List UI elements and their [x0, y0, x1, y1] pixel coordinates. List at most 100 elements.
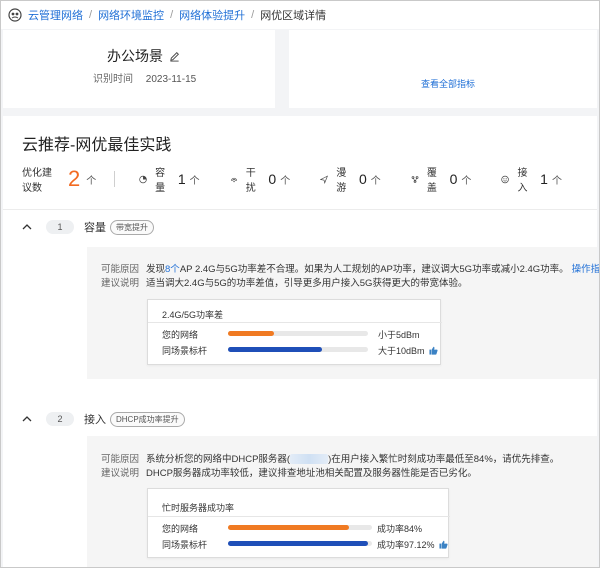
- metric-divider: [148, 322, 442, 323]
- section-divider: [3, 209, 597, 210]
- reason-label: 可能原因: [101, 454, 140, 465]
- reason-prefix: 发现: [146, 264, 166, 275]
- metric-bar-yours: [228, 525, 372, 530]
- stats-bar: 优化建议数 2 个 容量 1 个 干扰 0 个 漫游 0 个 覆盖 0 个 接入…: [22, 164, 592, 195]
- chevron-up-icon[interactable]: [22, 222, 32, 232]
- suggestion-index: 2: [46, 412, 74, 426]
- total-label: 优化建议数: [22, 168, 52, 194]
- suggestion-detail-1: 可能原因 发现8个AP 2.4G与5G功率差不合理。如果为人工规划的AP功率，建…: [87, 247, 599, 379]
- chevron-up-icon[interactable]: [22, 414, 32, 424]
- metric-title: 2.4G/5G功率差: [162, 310, 224, 320]
- stat-label: 漫游: [336, 168, 347, 194]
- scene-card: 办公场景 识别时间 2023-11-15: [3, 30, 275, 108]
- edit-icon[interactable]: [169, 51, 180, 62]
- breadcrumb: 云管理网络 / 网络环境监控 / 网络体验提升 / 网优区域详情: [1, 1, 599, 29]
- total-unit: 个: [86, 175, 97, 187]
- metric-bar-benchmark: [228, 347, 368, 352]
- metric-bar-benchmark: [228, 541, 372, 546]
- stat-value: 1: [540, 171, 548, 187]
- metric-card-2: 忙时服务器成功率 您的网络 成功率84% 同场景标杆 成功率97.12%: [147, 488, 450, 558]
- metric-divider: [148, 516, 450, 517]
- suggestion-header-2[interactable]: 2 接入 DHCP成功率提升: [3, 408, 597, 430]
- breadcrumb-separator: /: [89, 9, 93, 21]
- stat-unit: 个: [280, 175, 291, 187]
- breadcrumb-link-cloud-network[interactable]: 云管理网络: [28, 7, 83, 23]
- stat-interference: 干扰 0 个: [230, 164, 291, 194]
- stat-roaming: 漫游 0 个: [320, 164, 381, 194]
- metric-row-benchmark: 同场景标杆: [162, 538, 207, 551]
- reason-text: 系统分析您的网络中DHCP服务器()在用户接入繁忙时刻成功率最低至84%，请优先…: [146, 451, 559, 465]
- stat-label: 接入: [517, 168, 528, 194]
- metric-value-text: 成功率97.12%: [377, 540, 435, 550]
- suggestion-tag: DHCP成功率提升: [110, 411, 185, 427]
- stat-value: 1: [177, 171, 186, 187]
- breadcrumb-separator: /: [170, 9, 174, 21]
- metric-card-1: 2.4G/5G功率差 您的网络 小于5dBm 同场景标杆 大于10dBm: [147, 299, 442, 365]
- scene-title: 办公场景: [107, 46, 180, 66]
- stat-label: 干扰: [245, 168, 256, 194]
- stat-value: 0: [449, 171, 458, 187]
- advice-label: 建议说明: [101, 278, 140, 289]
- roaming-icon: [320, 174, 329, 184]
- stats-divider: [114, 171, 116, 187]
- breadcrumb-link-monitoring[interactable]: 网络环境监控: [98, 7, 164, 23]
- stat-unit: 个: [370, 175, 381, 187]
- metric-bar-fill: [228, 541, 368, 546]
- metric-value-benchmark: 大于10dBm: [378, 344, 438, 357]
- stat-unit: 个: [551, 175, 562, 187]
- metric-row-label: 您的网络: [162, 524, 199, 534]
- breadcrumb-separator: /: [251, 9, 255, 21]
- reason-prefix: 系统分析您的网络中DHCP服务器(: [146, 454, 291, 465]
- best-practice-panel: 云推荐-网优最佳实践 优化建议数 2 个 容量 1 个 干扰 0 个 漫游 0 …: [3, 116, 599, 567]
- thumbs-up-icon: [428, 346, 438, 355]
- reason-row: 可能原因 系统分析您的网络中DHCP服务器()在用户接入繁忙时刻成功率最低至84…: [101, 451, 559, 465]
- advice-text: 适当调大2.4G与5G的功率差值，引导更多用户接入5G获得更大的带宽体验。: [146, 278, 468, 289]
- metric-value-text: 成功率84%: [377, 524, 423, 534]
- total-suggestions: 优化建议数 2 个: [22, 164, 97, 195]
- stat-unit: 个: [189, 175, 200, 187]
- capacity-icon: [139, 175, 147, 183]
- metric-row-label: 同场景标杆: [162, 540, 208, 550]
- reason-row: 可能原因 发现8个AP 2.4G与5G功率差不合理。如果为人工规划的AP功率，建…: [101, 261, 599, 275]
- metric-bar-fill: [228, 525, 349, 530]
- metric-bar-fill: [228, 347, 322, 352]
- suggestion-index: 1: [46, 220, 74, 234]
- cloud-network-logo-icon: [8, 8, 22, 22]
- scene-identified: 识别时间 2023-11-15: [93, 70, 196, 85]
- thumbs-up-icon: [438, 540, 448, 549]
- metric-row-yours: 您的网络: [162, 522, 198, 535]
- stat-value: 0: [359, 171, 367, 187]
- metric-row-yours: 您的网络: [162, 328, 198, 341]
- page-frame: 云管理网络 / 网络环境监控 / 网络体验提升 / 网优区域详情 办公场景 识别…: [0, 0, 600, 568]
- suggestion-tag: 带宽提升: [110, 219, 154, 235]
- panel-title: 云推荐-网优最佳实践: [22, 137, 172, 154]
- operation-guide-link[interactable]: 操作指导: [572, 261, 599, 275]
- stat-label: 容量: [155, 168, 166, 194]
- identified-date: 2023-11-15: [145, 74, 197, 85]
- suggestion-category: 容量: [84, 222, 106, 234]
- metric-value-text: 大于10dBm: [378, 346, 425, 356]
- metric-bar-fill: [228, 331, 275, 336]
- breadcrumb-link-experience[interactable]: 网络体验提升: [179, 7, 245, 23]
- breadcrumb-current: 网优区域详情: [260, 10, 327, 22]
- metric-value-yours: 小于5dBm: [378, 328, 420, 341]
- stat-coverage: 覆盖 0 个: [411, 164, 472, 194]
- reason-label: 可能原因: [101, 264, 140, 275]
- metric-row-label: 同场景标杆: [162, 346, 208, 356]
- interference-icon: [230, 177, 237, 182]
- view-all-metrics-link[interactable]: 查看全部指标: [421, 77, 475, 90]
- advice-text: DHCP服务器成功率较低，建议排查地址池相关配置及服务器性能是否已劣化。: [146, 468, 477, 479]
- suggestion-header-1[interactable]: 1 容量 带宽提升: [3, 216, 597, 238]
- metric-row-label: 您的网络: [162, 330, 199, 340]
- reason-count: 8个: [165, 264, 180, 275]
- stat-value: 0: [268, 171, 277, 187]
- reason-text: 发现8个AP 2.4G与5G功率差不合理。如果为人工规划的AP功率，建议调大5G…: [146, 261, 569, 275]
- stat-access: 接入 1 个: [501, 164, 562, 194]
- masked-ip-address: [290, 454, 329, 465]
- stat-unit: 个: [461, 175, 472, 187]
- metric-bar-yours: [228, 331, 368, 336]
- access-icon: [501, 175, 510, 183]
- metric-value-yours: 成功率84%: [377, 522, 422, 535]
- advice-label: 建议说明: [101, 468, 140, 479]
- scene-name: 办公场景: [107, 48, 163, 64]
